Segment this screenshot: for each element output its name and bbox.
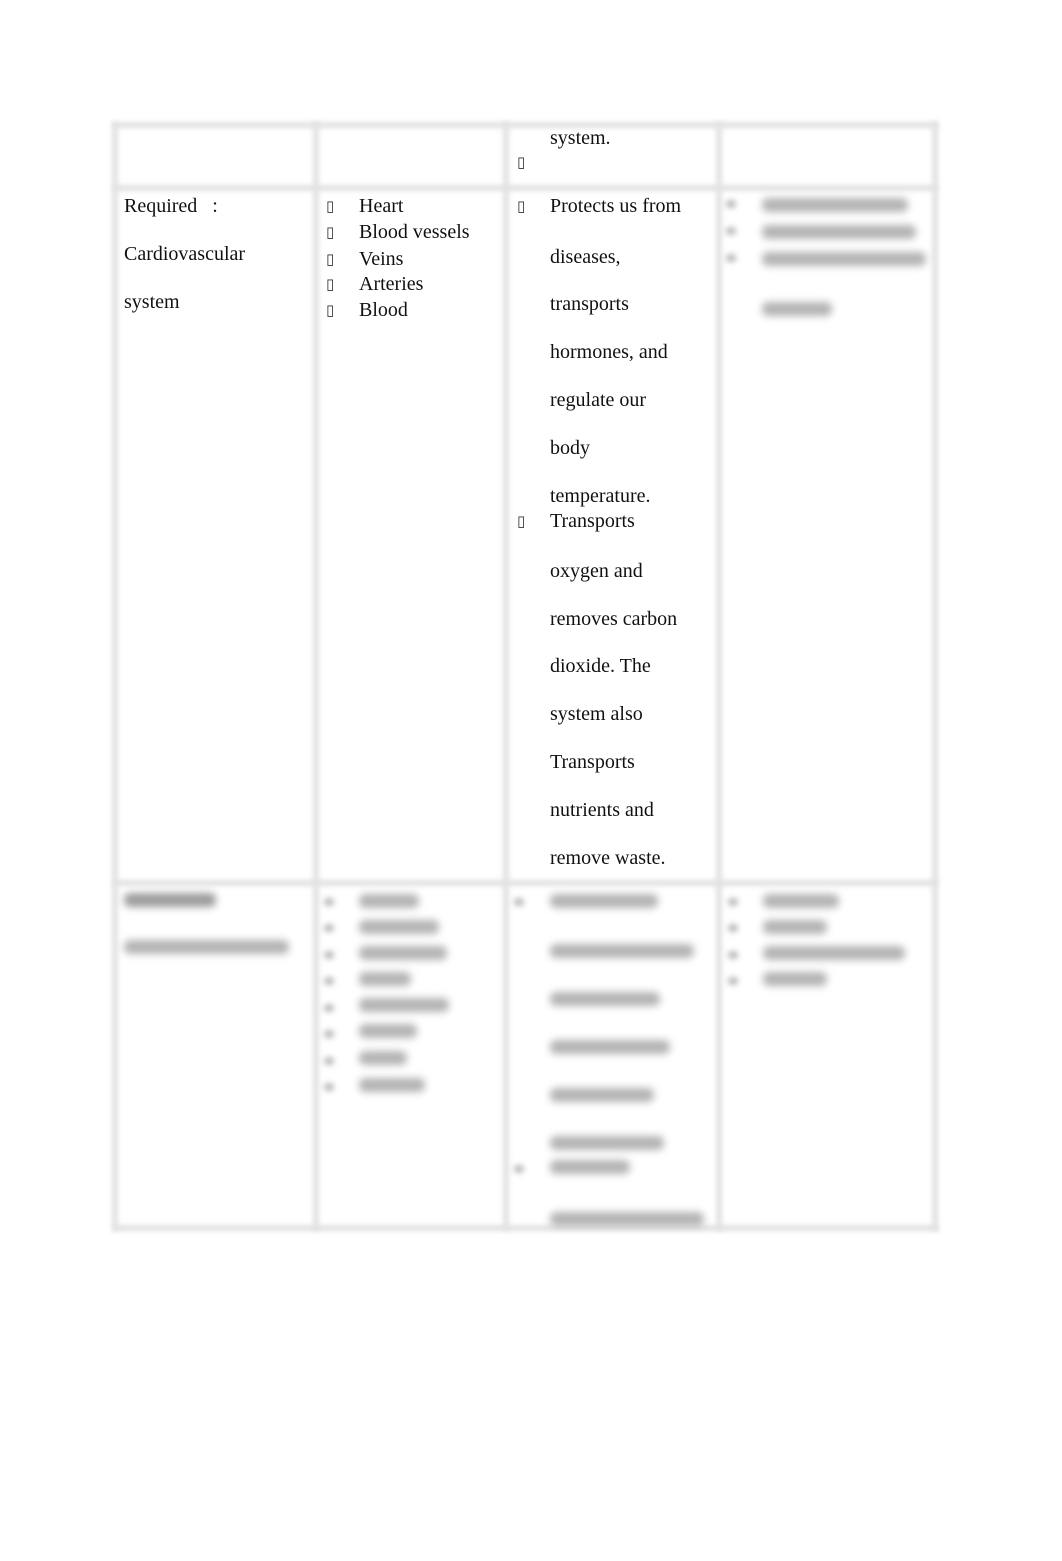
blurred-bullet bbox=[726, 254, 736, 262]
bullet-icon bbox=[517, 150, 525, 174]
blurred-bullet bbox=[324, 1057, 334, 1065]
bullet-icon bbox=[326, 194, 334, 218]
organ-item: Heart bbox=[359, 195, 404, 217]
blurred-text bbox=[359, 972, 411, 986]
blurred-text bbox=[550, 894, 658, 908]
blurred-bullet bbox=[514, 898, 524, 906]
document-page: system. Required : Cardiovascular system… bbox=[0, 0, 1062, 1561]
blurred-text bbox=[763, 946, 905, 960]
blurred-bullet bbox=[324, 1030, 334, 1038]
blurred-text bbox=[550, 1136, 664, 1150]
blurred-text bbox=[550, 1212, 704, 1226]
blurred-text bbox=[359, 920, 439, 934]
function-line: nutrients and bbox=[550, 799, 654, 821]
system-label: system bbox=[124, 291, 180, 313]
blurred-text bbox=[359, 998, 449, 1012]
blurred-bullet bbox=[728, 977, 738, 985]
function-line: diseases, bbox=[550, 246, 621, 268]
blurred-text bbox=[550, 1088, 654, 1102]
blurred-text bbox=[359, 946, 447, 960]
table-border-right bbox=[932, 122, 938, 1231]
blurred-text bbox=[762, 252, 926, 266]
table-row-divider bbox=[113, 185, 938, 191]
blurred-text bbox=[763, 972, 827, 986]
bullet-icon bbox=[517, 194, 525, 218]
function-line: temperature. bbox=[550, 485, 651, 507]
blurred-bullet bbox=[324, 924, 334, 932]
table-border-left bbox=[112, 122, 118, 1231]
function-line: remove waste. bbox=[550, 847, 666, 869]
blurred-text bbox=[124, 893, 216, 907]
blurred-bullet bbox=[324, 1004, 334, 1012]
function-line: oxygen and bbox=[550, 560, 643, 582]
blurred-text bbox=[359, 1078, 425, 1092]
table-border-bottom bbox=[113, 1225, 938, 1231]
system-label: Required : bbox=[124, 195, 218, 217]
bullet-icon bbox=[326, 298, 334, 322]
function-line: removes carbon bbox=[550, 608, 678, 630]
blurred-text bbox=[359, 1024, 417, 1038]
blurred-bullet bbox=[728, 924, 738, 932]
bullet-icon bbox=[326, 247, 334, 271]
blurred-bullet bbox=[728, 898, 738, 906]
blurred-bullet bbox=[726, 200, 736, 208]
blurred-text bbox=[359, 894, 419, 908]
blurred-text bbox=[550, 1040, 670, 1054]
blurred-bullet bbox=[324, 977, 334, 985]
bullet-icon bbox=[326, 220, 334, 244]
table-row-divider bbox=[113, 880, 938, 886]
organ-item: Arteries bbox=[359, 273, 424, 295]
function-line: system also bbox=[550, 703, 643, 725]
bullet-icon bbox=[517, 509, 525, 533]
function-line: dioxide. The bbox=[550, 655, 651, 677]
function-line: Transports bbox=[550, 751, 635, 773]
function-line: transports bbox=[550, 293, 629, 315]
blurred-text bbox=[550, 1160, 630, 1174]
blurred-text bbox=[124, 940, 289, 954]
function-line: regulate our bbox=[550, 389, 647, 411]
blurred-bullet bbox=[324, 1083, 334, 1091]
table-column-divider bbox=[503, 122, 509, 1231]
blurred-bullet bbox=[726, 227, 736, 235]
function-line: body bbox=[550, 437, 590, 459]
table-border-top bbox=[113, 122, 938, 128]
function-text-continued: system. bbox=[550, 127, 611, 149]
blurred-text bbox=[762, 198, 908, 212]
blurred-bullet bbox=[324, 898, 334, 906]
function-line: Protects us from bbox=[550, 195, 682, 217]
blurred-text bbox=[550, 992, 660, 1006]
blurred-bullet bbox=[514, 1165, 524, 1173]
blurred-text bbox=[359, 1051, 407, 1065]
blurred-text bbox=[550, 944, 694, 958]
bullet-icon bbox=[326, 272, 334, 296]
organ-item: Blood bbox=[359, 299, 408, 321]
function-line: Transports bbox=[550, 510, 635, 532]
organ-item: Blood vessels bbox=[359, 221, 470, 243]
blurred-text bbox=[762, 302, 832, 316]
blurred-text bbox=[763, 894, 839, 908]
table-column-divider bbox=[716, 122, 722, 1231]
blurred-text bbox=[763, 920, 827, 934]
blurred-text bbox=[762, 225, 916, 239]
organ-item: Veins bbox=[359, 248, 404, 270]
function-line: hormones, and bbox=[550, 341, 668, 363]
blurred-bullet bbox=[728, 951, 738, 959]
blurred-bullet bbox=[324, 951, 334, 959]
system-label: Cardiovascular bbox=[124, 243, 246, 265]
table-column-divider bbox=[313, 122, 319, 1231]
